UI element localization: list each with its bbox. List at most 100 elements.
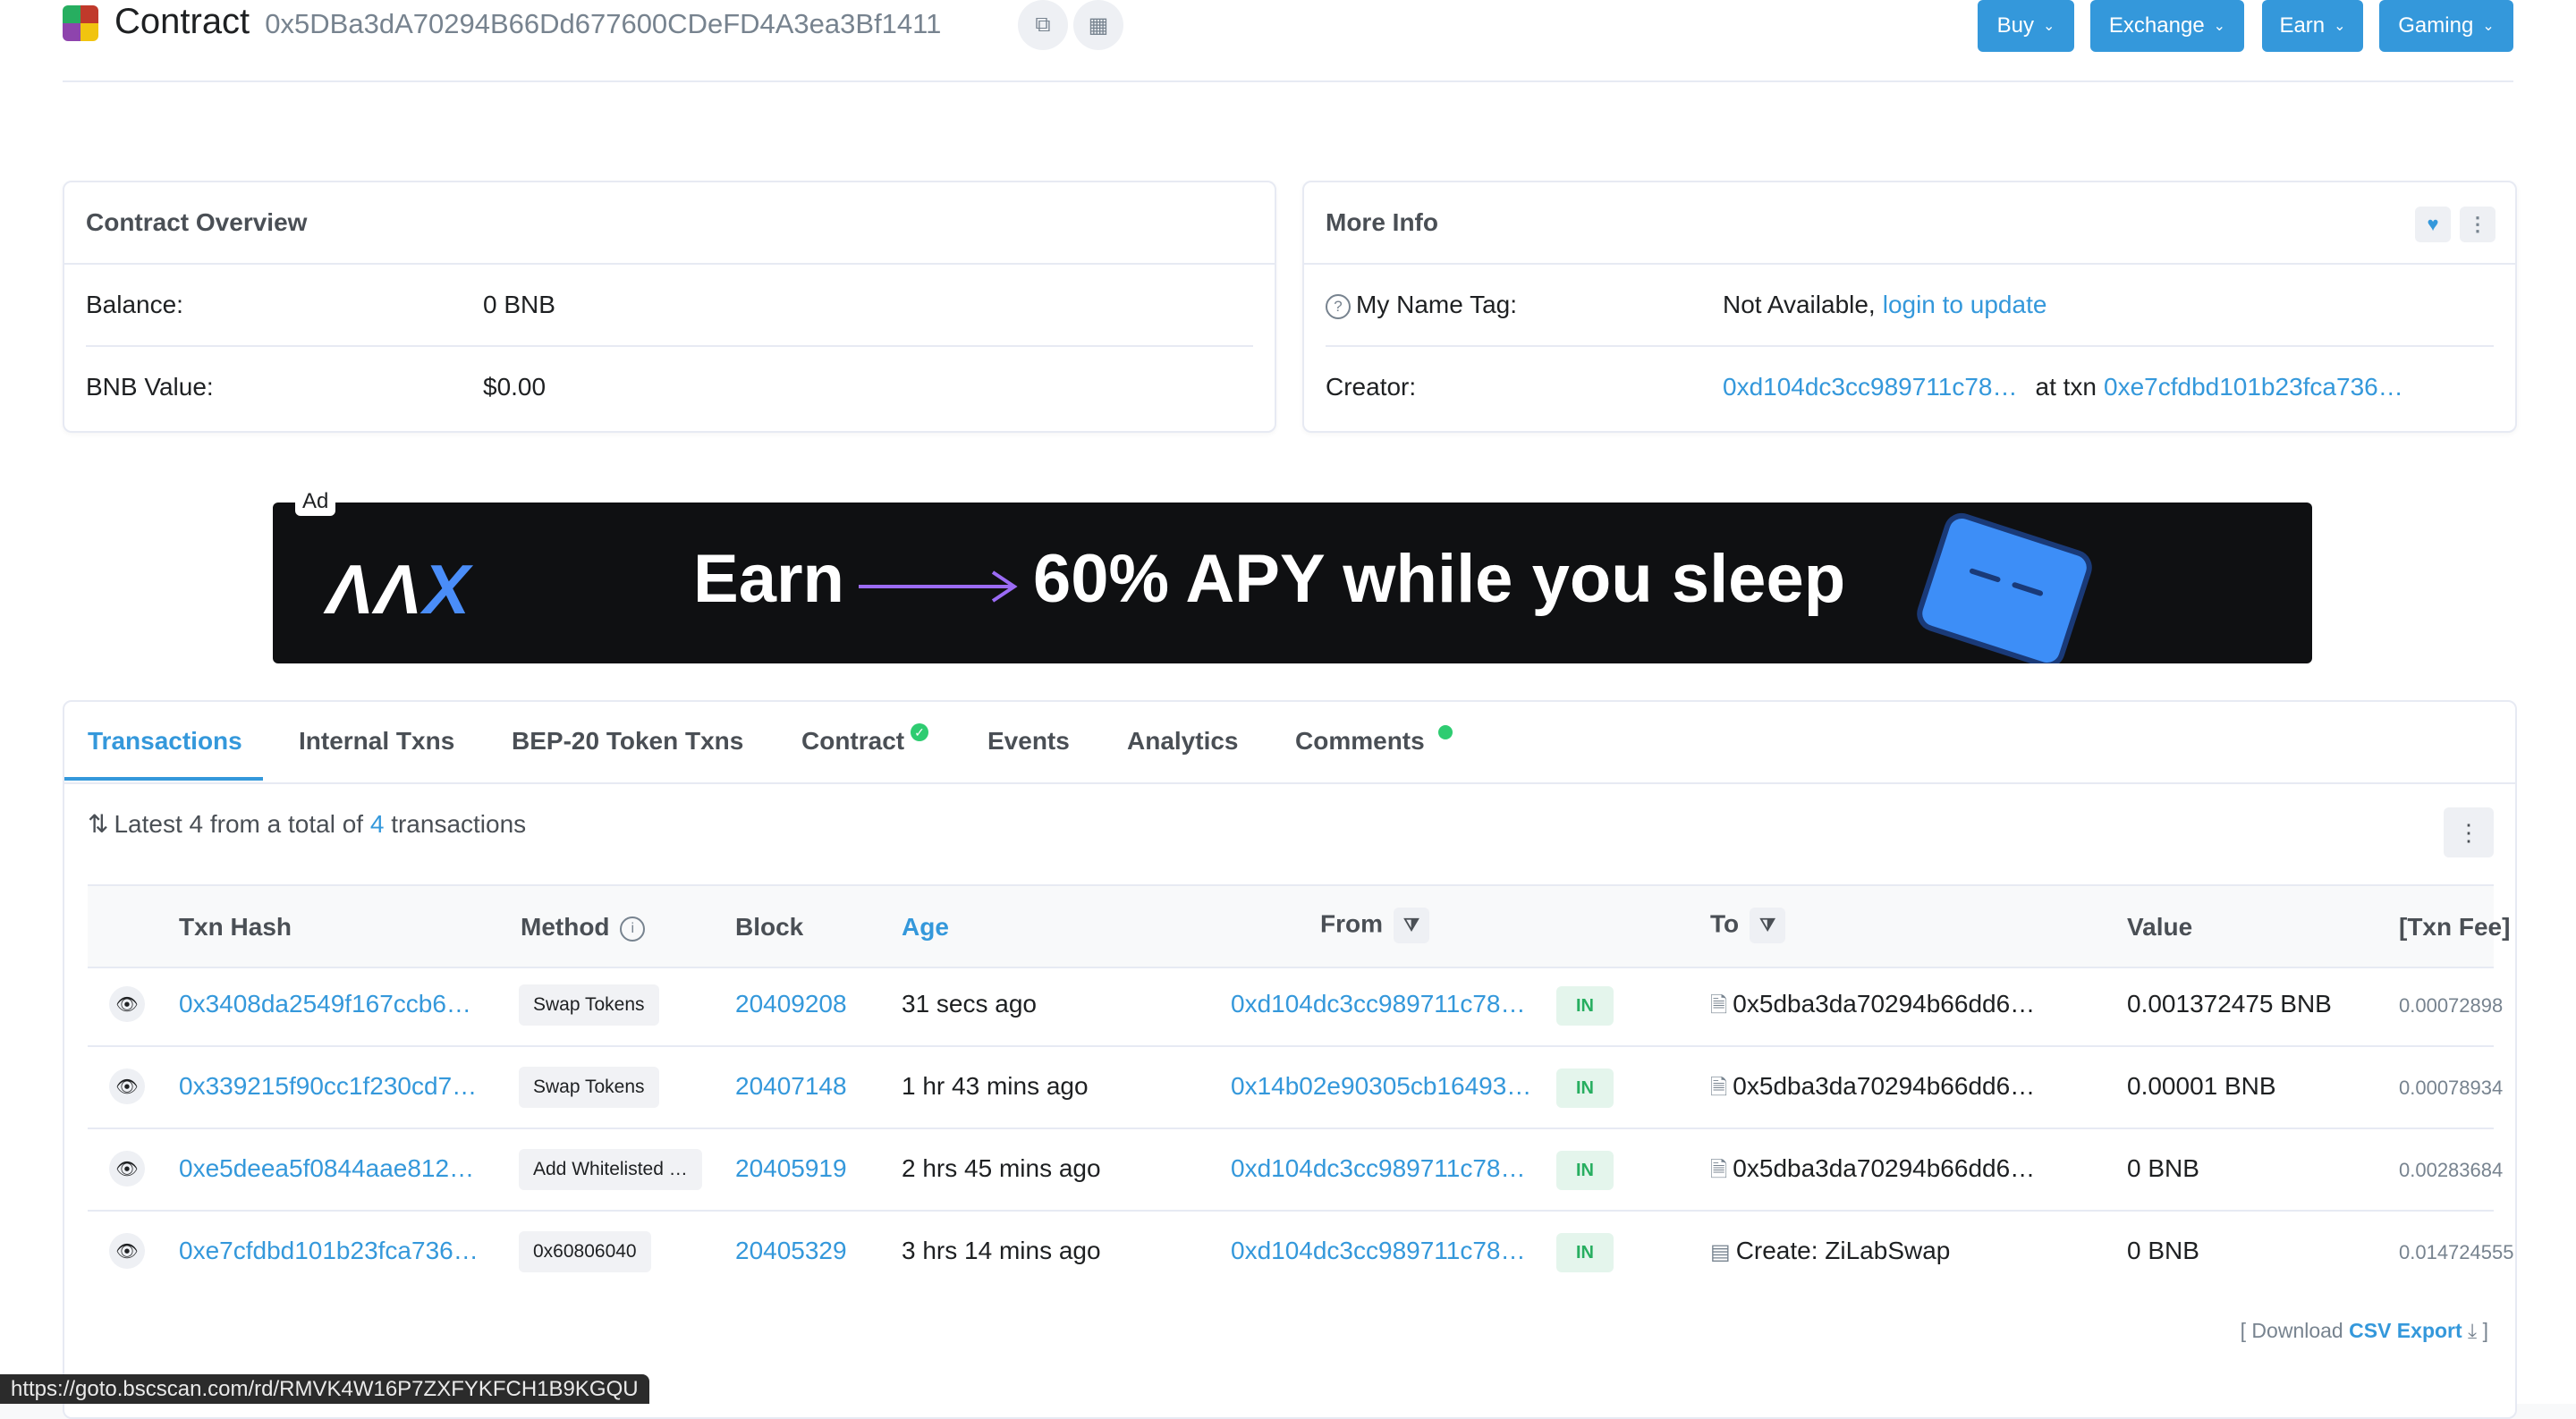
chevron-down-icon: ⌄	[2482, 19, 2495, 34]
summary-count-link[interactable]: 4	[370, 810, 385, 838]
col-block: Block	[735, 913, 804, 941]
nav-gaming-button[interactable]: Gaming ⌄	[2379, 0, 2513, 52]
txn-age: 2 hrs 45 mins ago	[902, 1154, 1101, 1182]
ad-banner[interactable]: ΛΛX Earn 60% APY while you sleep	[273, 503, 2312, 663]
block-link[interactable]: 20405919	[735, 1154, 847, 1183]
nav-earn-button[interactable]: Earn ⌄	[2262, 0, 2363, 52]
view-details-button[interactable]: 👁	[109, 1068, 145, 1104]
arrow-right-icon	[859, 570, 1018, 603]
method-badge: Add Whitelisted …	[519, 1149, 702, 1190]
creator-txn-link[interactable]: 0xe7cfdbd101b23fca736…	[2104, 373, 2403, 401]
nav-buy-button[interactable]: Buy ⌄	[1978, 0, 2074, 52]
txn-value: 0 BNB	[2127, 1237, 2199, 1264]
col-from-label: From	[1320, 909, 1383, 938]
method-badge: Swap Tokens	[519, 1067, 659, 1108]
ad-label: Ad	[295, 487, 336, 516]
col-age-toggle[interactable]: Age	[902, 913, 949, 942]
nav-buy-label: Buy	[1996, 13, 2034, 38]
login-to-update-link[interactable]: login to update	[1883, 291, 2047, 319]
filter-to-button[interactable]: ⧩	[1750, 908, 1786, 943]
download-csv: [ Download CSV Export ⤓ ]	[2241, 1319, 2488, 1343]
table-options-button[interactable]: ⋮	[2444, 807, 2494, 857]
table-row: 👁 0x3408da2549f167ccb6… Swap Tokens 2040…	[88, 965, 2503, 1047]
bnb-value-value: $0.00	[483, 373, 547, 401]
txn-hash-link[interactable]: 0xe5deea5f0844aae812…	[179, 1154, 474, 1183]
sort-icon: ⇅	[88, 810, 109, 838]
qr-code-button[interactable]: ▦	[1073, 0, 1123, 50]
tab-bep20-token-txns[interactable]: BEP-20 Token Txns	[512, 727, 743, 756]
filter-icon: ⧩	[1403, 915, 1419, 935]
copy-address-button[interactable]: ⧉	[1018, 0, 1068, 50]
txn-value: 0.001372475 BNB	[2127, 990, 2332, 1018]
kebab-menu-icon: ⋮	[2468, 213, 2487, 235]
eye-icon: 👁	[115, 1159, 139, 1179]
tab-analytics[interactable]: Analytics	[1127, 727, 1239, 756]
from-address-link[interactable]: 0xd104dc3cc989711c78…	[1231, 1154, 1526, 1183]
nav-exchange-button[interactable]: Exchange ⌄	[2090, 0, 2244, 52]
tab-contract[interactable]: Contract	[801, 727, 904, 756]
balance-row: Balance: 0 BNB	[86, 265, 1253, 345]
to-address[interactable]: 🗎 0x5dba3da70294b66dd6…	[1710, 990, 2035, 1026]
more-info-title: More Info	[1326, 208, 1438, 236]
txn-fee: 0.014724555	[2399, 1241, 2514, 1263]
txn-age: 31 secs ago	[902, 990, 1037, 1018]
document-icon: 🗎	[1710, 1158, 1728, 1182]
block-link[interactable]: 20409208	[735, 990, 847, 1018]
name-tag-label: My Name Tag:	[1356, 291, 1517, 318]
txn-hash-link[interactable]: 0xe7cfdbd101b23fca736…	[179, 1237, 479, 1265]
contract-avatar-icon	[63, 5, 98, 41]
col-txn-fee: [Txn Fee]	[2399, 913, 2511, 941]
txn-fee: 0.00078934	[2399, 1077, 2504, 1099]
download-icon: ⤓	[2468, 1319, 2478, 1342]
from-address-link[interactable]: 0x14b02e90305cb16493…	[1231, 1072, 1531, 1101]
new-comments-dot	[1438, 725, 1453, 739]
txn-fee: 0.00283684	[2399, 1159, 2504, 1181]
creator-address-link[interactable]: 0xd104dc3cc989711c78…	[1723, 373, 2018, 401]
name-tag-label-wrap: ? My Name Tag:	[1326, 291, 1723, 319]
name-tag-value: Not Available,	[1723, 291, 1876, 318]
to-address[interactable]: 🗎 0x5dba3da70294b66dd6…	[1710, 1072, 2035, 1109]
tab-internal-txns[interactable]: Internal Txns	[299, 727, 454, 756]
block-link[interactable]: 20405329	[735, 1237, 847, 1265]
more-info-header: More Info ♥ ⋮	[1304, 182, 2515, 265]
favorite-button[interactable]: ♥	[2415, 207, 2451, 242]
summary-prefix: Latest 4 from a total of	[114, 810, 364, 838]
block-link[interactable]: 20407148	[735, 1072, 847, 1101]
method-badge: 0x60806040	[519, 1231, 651, 1272]
page: Contract 0x5DBa3dA70294B66Dd677600CDeFD4…	[0, 0, 2576, 1419]
tab-events[interactable]: Events	[987, 727, 1070, 756]
txn-value: 0 BNB	[2127, 1154, 2199, 1182]
txn-hash-link[interactable]: 0x3408da2549f167ccb6…	[179, 990, 471, 1018]
direction-badge: IN	[1556, 1068, 1614, 1108]
bnb-value-row: BNB Value: $0.00	[86, 347, 1253, 427]
view-details-button[interactable]: 👁	[109, 1151, 145, 1187]
contract-overview-title: Contract Overview	[64, 182, 1275, 265]
to-address[interactable]: 🗎 0x5dba3da70294b66dd6…	[1710, 1154, 2035, 1191]
page-title-text: Contract	[114, 2, 250, 41]
filter-from-button[interactable]: ⧩	[1394, 908, 1429, 943]
from-address-link[interactable]: 0xd104dc3cc989711c78…	[1231, 990, 1526, 1018]
balance-value: 0 BNB	[483, 291, 555, 318]
more-options-button[interactable]: ⋮	[2460, 207, 2496, 242]
to-address-text: 0x5dba3da70294b66dd6…	[1733, 1154, 2036, 1182]
csv-export-link[interactable]: CSV Export	[2349, 1319, 2462, 1342]
from-address-link[interactable]: 0xd104dc3cc989711c78…	[1231, 1237, 1526, 1265]
view-details-button[interactable]: 👁	[109, 986, 145, 1022]
txn-hash-link[interactable]: 0x339215f90cc1f230cd7…	[179, 1072, 477, 1101]
creator-at-text: at txn	[2035, 373, 2097, 401]
direction-badge: IN	[1556, 986, 1614, 1026]
download-suffix: ]	[2482, 1319, 2488, 1342]
view-details-button[interactable]: 👁	[109, 1233, 145, 1269]
to-address[interactable]: ▤ Create: ZiLabSwap	[1710, 1237, 1950, 1265]
eye-icon: 👁	[115, 994, 139, 1015]
more-info-card: More Info ♥ ⋮ ? My Name Tag: Not Availabl…	[1302, 181, 2517, 433]
eye-icon: 👁	[115, 1241, 139, 1262]
page-header: Contract 0x5DBa3dA70294B66Dd677600CDeFD4…	[63, 0, 2513, 82]
active-tab-indicator	[64, 777, 263, 781]
tab-comments[interactable]: Comments	[1295, 727, 1425, 756]
ad-brand-a: ΛΛ	[326, 550, 424, 629]
info-icon[interactable]: i	[620, 916, 646, 942]
mascot-eye	[1969, 568, 2002, 583]
tab-transactions[interactable]: Transactions	[88, 727, 242, 756]
eye-icon: 👁	[115, 1077, 139, 1097]
